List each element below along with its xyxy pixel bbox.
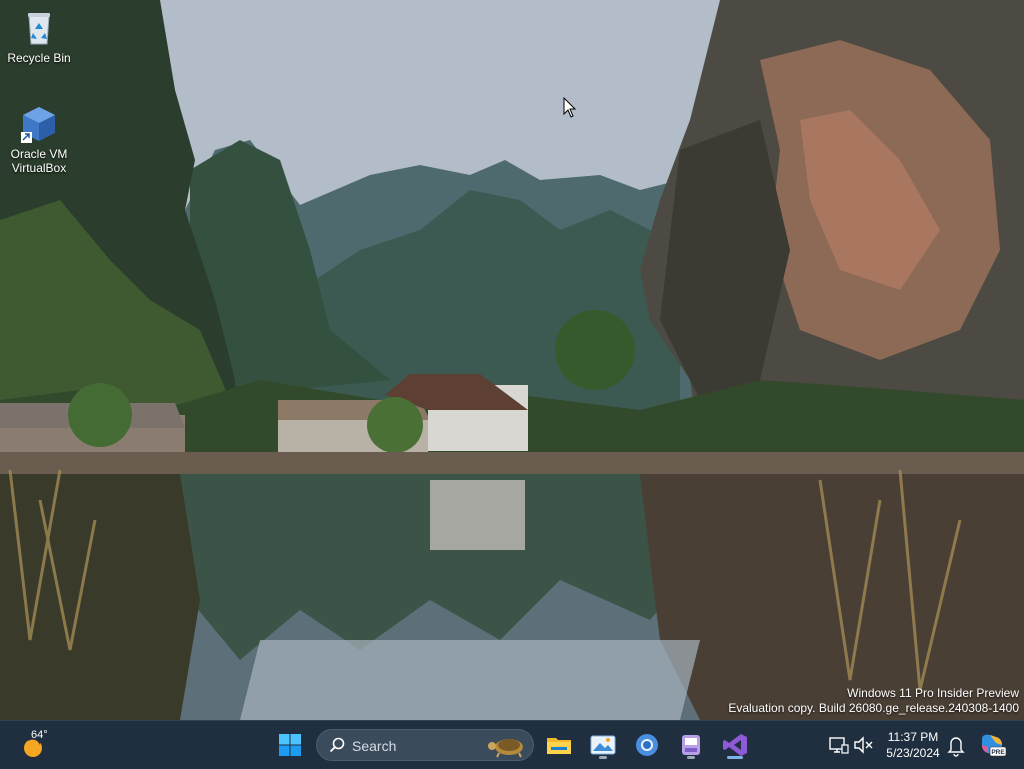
copilot-pre-icon: PRE — [982, 734, 1007, 757]
chromium-icon — [636, 734, 658, 756]
landscape-illustration — [0, 0, 1024, 720]
bell-icon — [947, 737, 965, 757]
recycle-bin-icon — [19, 8, 59, 48]
evaluation-watermark: Windows 11 Pro Insider Preview Evaluatio… — [728, 686, 1019, 715]
clock-time: 11:37 PM — [887, 730, 939, 744]
clock-date: 5/23/2024 — [886, 746, 940, 760]
taskbar: 64° Search 11:37 PM 5/23/2024 PRE — [0, 720, 1024, 769]
virtualbox-icon — [19, 104, 59, 144]
watermark-line-1: Windows 11 Pro Insider Preview — [847, 686, 1019, 700]
weather-temperature: 64° — [31, 729, 48, 741]
taskbar-app-visual-studio[interactable] — [719, 729, 751, 761]
mouse-pointer-icon — [563, 96, 577, 124]
taskbar-app-chromium[interactable] — [631, 729, 663, 761]
search-icon — [329, 737, 345, 753]
taskbar-app-file-explorer[interactable] — [543, 729, 575, 761]
taskbar-app-generic[interactable] — [675, 729, 707, 761]
desktop-icon-recycle-bin[interactable]: Recycle Bin — [0, 8, 78, 65]
tray-volume[interactable] — [848, 729, 880, 761]
tray-copilot[interactable]: PRE — [976, 729, 1008, 761]
running-indicator — [599, 756, 607, 759]
windows-start-icon — [279, 734, 301, 756]
taskbar-app-photos[interactable] — [587, 729, 619, 761]
taskbar-search[interactable]: Search — [316, 729, 534, 761]
svg-text:PRE: PRE — [991, 749, 1005, 756]
desktop-wallpaper[interactable] — [0, 0, 1024, 720]
desktop-icon-oracle-vm-virtualbox[interactable]: Oracle VM VirtualBox — [0, 104, 78, 175]
tray-notifications[interactable] — [940, 729, 972, 761]
search-label: Search — [352, 738, 397, 754]
start-button[interactable] — [274, 729, 306, 761]
search-highlight-turtle-icon — [488, 739, 523, 758]
tray-clock[interactable]: 11:37 PM 5/23/2024 — [878, 729, 948, 761]
volume-muted-icon — [854, 736, 873, 754]
watermark-line-2: Evaluation copy. Build 26080.ge_release.… — [728, 701, 1019, 715]
desktop-icon-label: Recycle Bin — [7, 51, 71, 65]
running-indicator-active — [727, 756, 743, 759]
desktop-icon-label: Oracle VM VirtualBox — [10, 147, 68, 175]
file-explorer-icon — [547, 738, 571, 754]
running-indicator — [687, 756, 695, 759]
